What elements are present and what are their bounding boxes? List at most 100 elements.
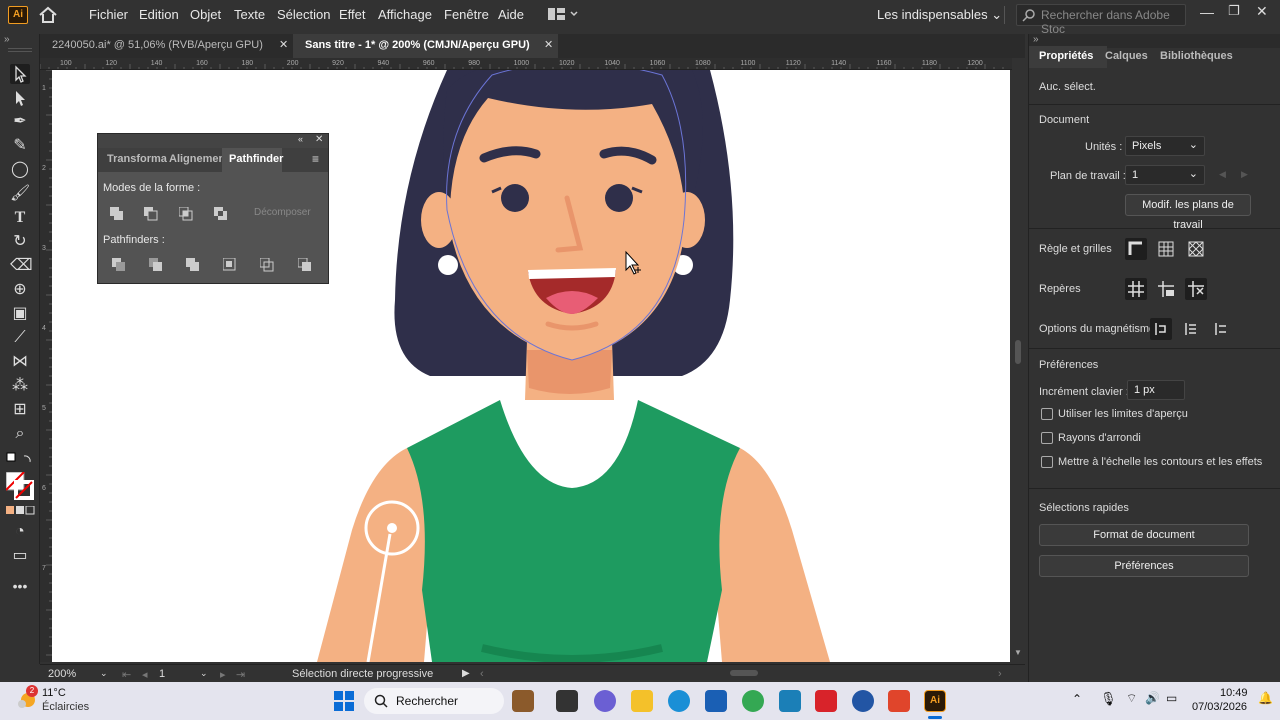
first-artboard-icon[interactable]: ⇤ xyxy=(122,668,131,681)
menu-effet[interactable]: Effet xyxy=(339,7,366,22)
widget-app-icon[interactable] xyxy=(512,690,534,712)
curvature-tool-icon[interactable]: ✎ xyxy=(10,136,30,156)
edit-artboards-button[interactable]: Modif. les plans de travail xyxy=(1125,194,1251,231)
last-artboard-icon[interactable]: ⇥ xyxy=(236,668,245,681)
pen-tool-icon[interactable]: ✒ xyxy=(10,112,30,132)
vertical-scrollbar[interactable]: ▼ xyxy=(1012,58,1024,662)
menu-objet[interactable]: Objet xyxy=(190,7,221,22)
zoom-level[interactable]: 200% xyxy=(48,668,76,680)
file-explorer-icon[interactable] xyxy=(631,690,653,712)
units-select[interactable]: Pixels ⌄ xyxy=(1125,136,1205,156)
ruler-icon[interactable] xyxy=(1125,238,1147,260)
windows-start-icon[interactable] xyxy=(334,691,354,711)
expand-button[interactable]: Décomposer xyxy=(254,207,311,218)
prev-artboard-icon[interactable]: ◀ xyxy=(1219,169,1226,180)
menu-texte[interactable]: Texte xyxy=(234,7,265,22)
show-guides-icon[interactable] xyxy=(1125,278,1147,300)
tab-libraries[interactable]: Bibliothèques xyxy=(1160,50,1233,62)
keyboard-increment-input[interactable]: 1 px xyxy=(1127,380,1185,400)
hscroll-thumb[interactable] xyxy=(730,670,758,676)
gradient-tool-icon[interactable]: ▣ xyxy=(10,304,30,324)
tab-transform[interactable]: Transforma xyxy=(107,153,167,165)
artboard-tool-icon[interactable]: ⊞ xyxy=(10,400,30,420)
close-icon[interactable]: ✕ xyxy=(544,38,553,51)
collapse-icon[interactable]: « xyxy=(298,134,303,144)
unite-icon[interactable] xyxy=(110,207,124,221)
collapse-icon[interactable]: » xyxy=(1033,34,1039,45)
eraser-tool-icon[interactable]: ⌫ xyxy=(10,256,33,276)
eyedropper-tool-icon[interactable]: ⟋ xyxy=(10,328,30,348)
fill-stroke-swatch[interactable] xyxy=(6,472,34,500)
intersect-icon[interactable] xyxy=(179,207,193,221)
color-mode-icons[interactable] xyxy=(6,506,36,516)
merge-icon[interactable] xyxy=(186,258,200,272)
preferences-button[interactable]: Préférences xyxy=(1039,555,1249,577)
scroll-down-icon[interactable]: ▼ xyxy=(1014,648,1022,657)
menu-edition[interactable]: Edition xyxy=(139,7,179,22)
3dsmax-icon[interactable] xyxy=(779,690,801,712)
close-icon[interactable]: ✕ xyxy=(1256,3,1268,20)
panel-header[interactable]: « ✕ xyxy=(98,134,328,148)
tab-align[interactable]: Alignemen xyxy=(169,153,225,165)
rotate-tool-icon[interactable]: ↻ xyxy=(10,232,30,252)
more-tools-icon[interactable]: ••• xyxy=(10,576,30,596)
chevron-down-icon[interactable]: ⌄ xyxy=(100,668,108,679)
clock-date[interactable]: 07/03/2026 xyxy=(1192,701,1247,713)
stock-search-input[interactable]: Rechercher dans Adobe Stoc xyxy=(1016,4,1186,36)
document-setup-button[interactable]: Format de document xyxy=(1039,524,1249,546)
minus-front-icon[interactable] xyxy=(144,207,158,221)
smart-guides-icon[interactable] xyxy=(1185,278,1207,300)
autocad-icon[interactable] xyxy=(815,690,837,712)
panel-menu-icon[interactable]: ≡ xyxy=(312,152,319,166)
status-menu-icon[interactable]: ▶ xyxy=(462,668,470,679)
microphone-icon[interactable]: 🎙 xyxy=(1100,691,1117,707)
grid-icon[interactable] xyxy=(1155,238,1177,260)
store-icon[interactable] xyxy=(705,690,727,712)
artboard-select[interactable]: 1 ⌄ xyxy=(1125,165,1205,185)
clock-time[interactable]: 10:49 xyxy=(1220,687,1248,699)
trim-icon[interactable] xyxy=(149,258,163,272)
next-artboard-icon[interactable]: ▶ xyxy=(1241,169,1248,180)
close-icon[interactable]: ✕ xyxy=(315,134,323,145)
blend-tool-icon[interactable]: ⋈ xyxy=(10,352,30,372)
chevron-down-icon[interactable]: ⌄ xyxy=(200,668,208,679)
shape-builder-tool-icon[interactable]: ⊕ xyxy=(10,280,30,300)
workspace-switcher[interactable]: Les indispensables ⌄ xyxy=(877,7,1002,23)
close-icon[interactable]: ✕ xyxy=(279,38,288,51)
zoom-tool-icon[interactable]: ⌕ xyxy=(10,424,30,444)
hscroll-left-icon[interactable]: ‹ xyxy=(480,668,484,680)
outline-icon[interactable] xyxy=(260,258,274,272)
selection-tool-icon[interactable] xyxy=(10,64,30,84)
menu-fichier[interactable]: Fichier xyxy=(89,7,128,22)
tab-properties[interactable]: Propriétés xyxy=(1039,50,1093,62)
chrome-icon[interactable] xyxy=(742,690,764,712)
exclude-icon[interactable] xyxy=(214,207,228,221)
hscroll-right-icon[interactable]: › xyxy=(998,668,1002,680)
restore-icon[interactable]: ❐ xyxy=(1228,3,1240,19)
task-view-icon[interactable] xyxy=(556,690,578,712)
artboard-number[interactable]: 1 xyxy=(159,668,165,680)
tab-doc-1[interactable]: 2240050.ai* @ 51,06% (RVB/Aperçu GPU) xyxy=(40,34,292,58)
scroll-thumb[interactable] xyxy=(1015,340,1021,364)
screen-mode-icon[interactable]: ▭ xyxy=(10,546,30,566)
divide-icon[interactable] xyxy=(112,258,126,272)
weather-desc[interactable]: Éclaircies xyxy=(42,701,89,713)
menu-selection[interactable]: Sélection xyxy=(277,7,330,22)
ellipse-tool-icon[interactable]: ◯ xyxy=(10,160,30,180)
wifi-icon[interactable]: ⌔ xyxy=(1126,691,1137,706)
minus-back-icon[interactable] xyxy=(298,258,312,272)
snap-to-grid-icon[interactable] xyxy=(1180,318,1202,340)
notifications-icon[interactable]: 🔔 xyxy=(1258,691,1273,705)
collapse-icon[interactable]: » xyxy=(4,34,10,45)
paintbrush-tool-icon[interactable]: 🖌 xyxy=(10,184,30,204)
teams-chat-icon[interactable] xyxy=(594,690,616,712)
sketch-app-icon[interactable] xyxy=(852,690,874,712)
corner-radius-checkbox[interactable] xyxy=(1041,432,1053,444)
minimize-icon[interactable]: — xyxy=(1200,4,1214,20)
type-tool-icon[interactable]: T xyxy=(10,208,30,228)
battery-icon[interactable]: ▭ xyxy=(1166,691,1177,705)
snap-to-pixel-icon[interactable] xyxy=(1210,318,1232,340)
weather-temp[interactable]: 11°C xyxy=(42,687,66,699)
arrange-documents-icon[interactable] xyxy=(548,8,580,22)
drawing-mode-icon[interactable]: ◔ xyxy=(10,522,30,542)
